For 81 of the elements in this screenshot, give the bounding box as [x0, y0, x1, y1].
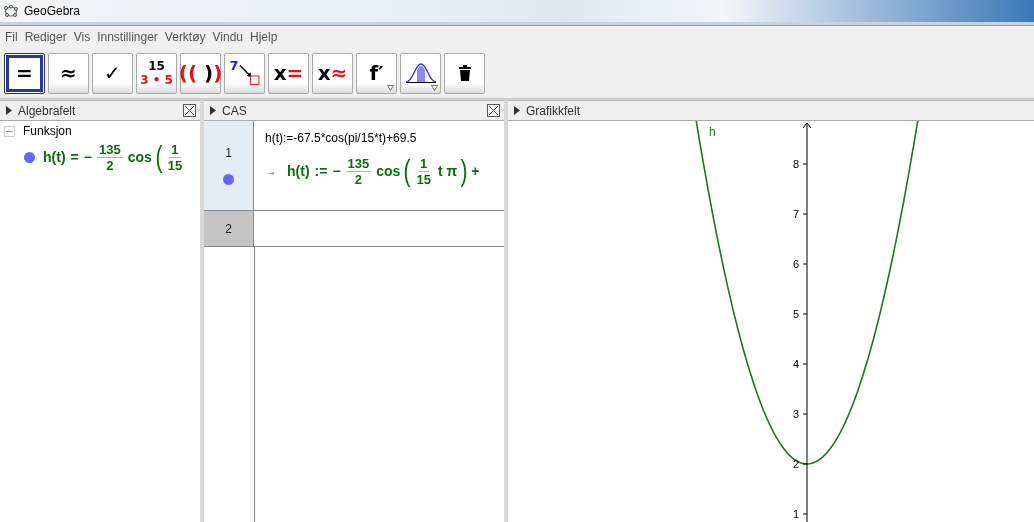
cas-input[interactable]: h(t):=-67.5*cos(pi/15*t)+69.5 — [265, 131, 504, 145]
menu-item[interactable]: Fil — [5, 30, 18, 44]
tool-button[interactable]: 15 3 • 5 — [136, 52, 177, 94]
tool-button[interactable]: ≈ — [48, 52, 89, 94]
fraction: 1 15 — [415, 155, 432, 187]
fraction: 1 15 — [166, 141, 184, 173]
math-text: t π — [437, 163, 458, 179]
parenthesis: ) — [460, 155, 468, 187]
function-label: h — [709, 125, 716, 139]
math-text: h(t) — [287, 163, 310, 179]
tool-glyph: (( — [178, 61, 197, 85]
panel-title: Algebrafelt — [18, 103, 77, 118]
app-logo-icon — [4, 4, 18, 18]
row-number-cell[interactable]: 1 — [204, 121, 254, 210]
menu-item[interactable]: Innstillinger — [97, 30, 158, 44]
tool-glyph: 7 — [229, 58, 239, 73]
math-text: = — [70, 149, 79, 165]
row-number: 2 — [225, 221, 232, 236]
axis-tick-label: 8 — [792, 158, 799, 170]
tool-glyph: ≈ — [330, 61, 348, 85]
close-icon[interactable] — [183, 104, 196, 117]
tool-glyph: 15 — [148, 59, 165, 73]
tool-button[interactable] — [444, 52, 485, 94]
tree-group-label[interactable]: Funksjon — [23, 124, 72, 138]
trash-icon — [458, 65, 471, 81]
tool-glyph: ≈ — [60, 61, 77, 85]
tool-glyph: = — [16, 61, 33, 85]
tool-glyph: f′ — [369, 61, 384, 85]
tool-glyph: x — [317, 61, 331, 85]
fraction: 135 2 — [345, 155, 372, 187]
tool-button[interactable]: f′ — [356, 52, 397, 94]
axis-tick-label: 2 — [792, 458, 799, 470]
collapse-triangle-icon[interactable] — [514, 106, 520, 115]
tool-glyph: ) — [202, 61, 214, 85]
object-dot[interactable] — [223, 174, 234, 185]
tool-glyph: 3 • 5 — [140, 73, 173, 87]
axis-tick-label: 5 — [792, 308, 799, 320]
collapse-triangle-icon[interactable] — [6, 106, 12, 115]
tool-button[interactable] — [400, 52, 441, 94]
math-text: h(t) — [43, 149, 66, 165]
output-arrow: → — [265, 164, 277, 178]
row-number-cell[interactable]: 2 — [204, 211, 254, 246]
axis-tick-label: 6 — [792, 258, 799, 270]
tool-button[interactable]: ✓ — [92, 52, 133, 94]
tool-glyph: ) — [213, 61, 223, 85]
tool-glyph: ✓ — [104, 61, 121, 85]
collapse-toggle-icon[interactable] — [4, 125, 15, 137]
menu-item[interactable]: Verktøy — [164, 30, 206, 44]
parenthesis: ( — [403, 155, 411, 187]
tool-glyph: x — [273, 61, 287, 85]
panel-title: Grafikkfelt — [526, 103, 581, 118]
math-text: cos — [127, 149, 152, 165]
math-text: cos — [376, 163, 401, 179]
object-dot[interactable] — [24, 151, 35, 163]
tool-button[interactable]: 7 — [224, 52, 265, 94]
panel-title: CAS — [222, 103, 248, 118]
axis-tick-label: 1 — [792, 508, 799, 520]
tool-button[interactable]: x≈ — [312, 52, 353, 94]
fraction: 135 2 — [96, 141, 123, 173]
axis-tick-label: 3 — [792, 408, 799, 420]
collapse-triangle-icon[interactable] — [210, 106, 216, 115]
menu-item[interactable]: Vindu — [212, 30, 244, 44]
menu-item[interactable]: Vis — [73, 30, 91, 44]
menu-item[interactable]: Rediger — [24, 30, 67, 44]
tool-button[interactable]: = — [4, 52, 45, 94]
math-text: − — [332, 163, 341, 179]
close-icon[interactable] — [487, 104, 500, 117]
window-title: GeoGebra — [24, 4, 81, 18]
tool-button[interactable]: (( )) — [180, 52, 221, 94]
menu-item[interactable]: Hjelp — [250, 30, 278, 44]
row-number: 1 — [225, 146, 232, 160]
axis-tick-label: 4 — [792, 358, 799, 370]
parenthesis: ( — [155, 141, 163, 173]
arrow-square-icon — [238, 64, 260, 86]
tool-glyph: = — [286, 61, 304, 85]
bell-curve-icon — [404, 62, 437, 84]
tool-button[interactable]: x= — [268, 52, 309, 94]
axis-tick-label: 7 — [792, 208, 799, 220]
math-text: − — [83, 149, 92, 165]
math-text: := — [314, 163, 328, 179]
math-text: + — [471, 163, 480, 179]
